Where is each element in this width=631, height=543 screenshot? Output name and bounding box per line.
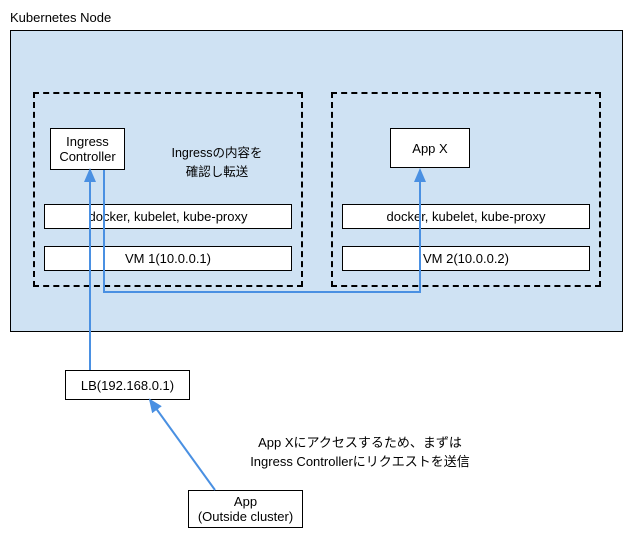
vm1-label-box: VM 1(10.0.0.1) (44, 246, 292, 271)
appx-label: App X (412, 141, 447, 156)
vm1-services-box: docker, kubelet, kube-proxy (44, 204, 292, 229)
vm1-label: VM 1(10.0.0.1) (125, 251, 211, 266)
client-label: App (Outside cluster) (198, 494, 293, 524)
ingress-controller-label: Ingress Controller (59, 134, 115, 164)
vm2-services-box: docker, kubelet, kube-proxy (342, 204, 590, 229)
client-box: App (Outside cluster) (188, 490, 303, 528)
ingress-note: Ingressの内容を 確認し転送 (137, 142, 297, 180)
appx-box: App X (390, 128, 470, 168)
ingress-controller-box: Ingress Controller (50, 128, 125, 170)
lb-box: LB(192.168.0.1) (65, 370, 190, 400)
node-title: Kubernetes Node (10, 10, 111, 25)
bottom-note: App Xにアクセスするため、まずは Ingress Controllerにリク… (200, 432, 520, 470)
vm2-label: VM 2(10.0.0.2) (423, 251, 509, 266)
vm1-services-label: docker, kubelet, kube-proxy (89, 209, 248, 224)
lb-label: LB(192.168.0.1) (81, 378, 174, 393)
vm2-label-box: VM 2(10.0.0.2) (342, 246, 590, 271)
vm2-services-label: docker, kubelet, kube-proxy (387, 209, 546, 224)
